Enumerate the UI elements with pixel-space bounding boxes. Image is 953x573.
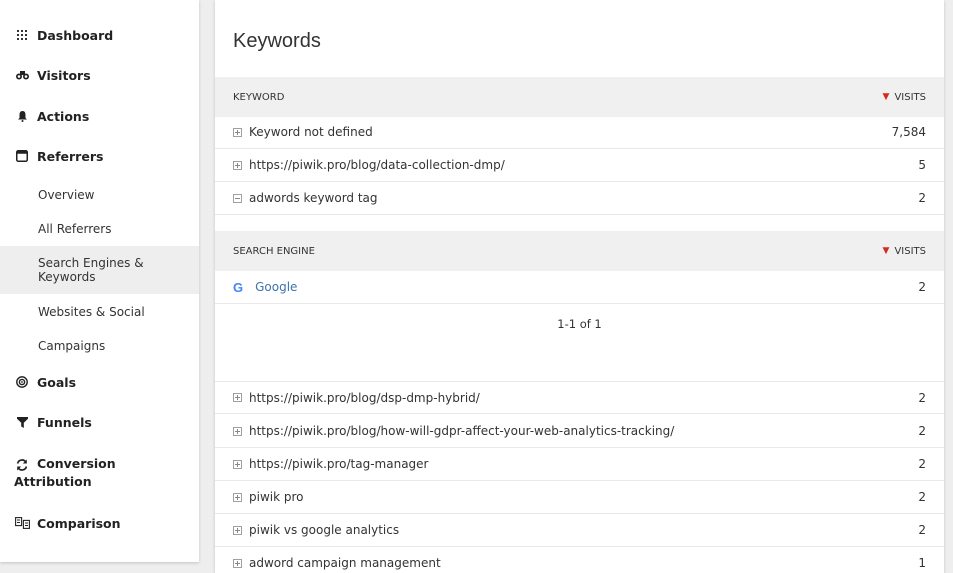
expand-icon[interactable] <box>233 127 242 137</box>
visits-sort-button[interactable]: ▼ VISITS <box>883 92 926 103</box>
sidebar-item-conversion-attribution[interactable]: Conversion Attribution <box>14 455 134 491</box>
expand-icon[interactable] <box>233 393 242 402</box>
sidebar-item-visitors[interactable]: Visitors <box>14 67 191 83</box>
sidebar-subitem-overview[interactable]: Overview <box>0 186 199 204</box>
keyword-column-header: KEYWORD <box>233 91 285 103</box>
funnel-icon <box>14 414 30 430</box>
sidebar-item-label: Referrers <box>37 148 104 164</box>
refresh-icon <box>14 457 30 473</box>
search-engine-column-header: SEARCH ENGINE <box>233 245 315 257</box>
sidebar: Dashboard Visitors Actions Referrers Ove… <box>0 0 199 562</box>
sort-desc-icon: ▼ <box>882 92 890 102</box>
sidebar-item-label: Funnels <box>37 414 92 430</box>
table-row[interactable]: piwik pro 2 <box>215 481 944 514</box>
bell-icon <box>14 108 30 124</box>
sidebar-subitem-campaigns[interactable]: Campaigns <box>0 337 199 355</box>
collapse-icon[interactable] <box>233 193 242 203</box>
table-row[interactable]: https://piwik.pro/blog/dsp-dmp-hybrid/ 2 <box>215 381 944 414</box>
expand-icon[interactable] <box>233 160 242 170</box>
sidebar-item-actions[interactable]: Actions <box>14 108 191 124</box>
pagination-info: 1-1 of 1 <box>557 317 602 331</box>
table-row[interactable]: adword campaign management 1 <box>215 547 944 573</box>
table-row[interactable]: https://piwik.pro/tag-manager 2 <box>215 448 944 481</box>
sidebar-subitem-search-engines-keywords[interactable]: Search Engines & Keywords <box>0 246 199 294</box>
expand-icon[interactable] <box>233 426 242 436</box>
window-icon <box>14 148 30 164</box>
sidebar-item-label: Visitors <box>37 67 91 83</box>
table-row[interactable]: https://piwik.pro/blog/data-collection-d… <box>215 149 944 182</box>
compare-icon <box>14 515 30 531</box>
binoculars-icon <box>14 67 30 83</box>
expand-icon[interactable] <box>233 558 242 568</box>
sidebar-subitem-websites-social[interactable]: Websites & Social <box>0 303 199 321</box>
expand-icon[interactable] <box>233 459 242 469</box>
sidebar-subitem-all-referrers[interactable]: All Referrers <box>0 220 199 238</box>
sidebar-item-referrers[interactable]: Referrers <box>14 148 191 164</box>
keywords-card: Keywords KEYWORD ▼ VISITS Keyword not de… <box>215 0 944 573</box>
table-row[interactable]: https://piwik.pro/blog/how-will-gdpr-aff… <box>215 415 944 448</box>
expand-icon[interactable] <box>233 525 242 535</box>
google-logo-icon: G <box>233 279 244 295</box>
table-row-expanded[interactable]: adwords keyword tag 2 <box>215 182 944 215</box>
table-row[interactable]: G Google 2 <box>215 271 944 304</box>
table-row[interactable]: piwik vs google analytics 2 <box>215 514 944 547</box>
page-title: Keywords <box>233 30 321 52</box>
sidebar-item-label: Dashboard <box>37 27 114 43</box>
sidebar-item-dashboard[interactable]: Dashboard <box>14 27 191 43</box>
expand-icon[interactable] <box>233 492 242 502</box>
dashboard-grid-icon <box>14 27 30 43</box>
target-icon <box>14 374 30 390</box>
sidebar-item-label: Comparison <box>37 515 121 531</box>
visits-sort-button[interactable]: ▼ VISITS <box>883 246 926 257</box>
search-engine-table-header: SEARCH ENGINE ▼ VISITS <box>215 231 944 271</box>
keyword-table-header: KEYWORD ▼ VISITS <box>215 77 944 117</box>
sort-desc-icon: ▼ <box>882 246 890 256</box>
table-row[interactable]: Keyword not defined 7,584 <box>215 116 944 149</box>
sidebar-item-label: Actions <box>37 108 90 124</box>
sidebar-item-goals[interactable]: Goals <box>14 374 191 390</box>
sidebar-item-comparison[interactable]: Comparison <box>14 515 191 531</box>
sidebar-item-label: Goals <box>37 374 77 390</box>
sidebar-item-funnels[interactable]: Funnels <box>14 414 191 430</box>
